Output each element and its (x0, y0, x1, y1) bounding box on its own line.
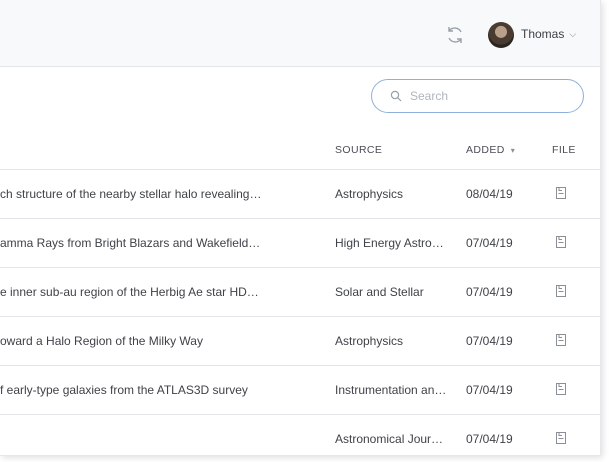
row-source: Solar and Stellar (335, 285, 424, 299)
row-source: Instrumentation an… (335, 383, 447, 397)
table-row[interactable]: oward a Halo Region of the Milky Way Ast… (0, 317, 600, 366)
row-source: High Energy Astro… (335, 236, 444, 250)
file-icon[interactable] (555, 431, 567, 445)
row-title: ch structure of the nearby stellar halo … (0, 187, 262, 201)
row-source: Astrophysics (335, 334, 404, 348)
row-source: Astrophysics (335, 187, 404, 201)
search-icon (390, 90, 402, 102)
top-bar: Thomas ⌵ (0, 0, 600, 67)
search-box[interactable] (371, 79, 584, 113)
row-added: 07/04/19 (466, 432, 513, 446)
row-added: 07/04/19 (466, 383, 513, 397)
table-row[interactable]: Astronomical Jour… 07/04/19 (0, 415, 600, 455)
table-row[interactable]: ch structure of the nearby stellar halo … (0, 170, 600, 219)
user-menu[interactable]: Thomas ⌵ (521, 27, 576, 41)
column-header-added[interactable]: ADDED ▾ (466, 144, 515, 156)
file-icon[interactable] (555, 186, 567, 200)
file-icon[interactable] (555, 382, 567, 396)
file-icon[interactable] (555, 284, 567, 298)
file-icon[interactable] (555, 235, 567, 249)
row-added: 07/04/19 (466, 236, 513, 250)
row-added: 07/04/19 (466, 334, 513, 348)
column-header-file: FILE (552, 144, 576, 156)
column-header-added-label: ADDED (466, 144, 505, 156)
refresh-icon[interactable] (444, 24, 466, 46)
row-source: Astronomical Jour… (335, 432, 444, 446)
avatar[interactable] (488, 22, 514, 48)
row-title: e inner sub-au region of the Herbig Ae s… (0, 285, 259, 299)
sort-indicator-icon: ▾ (510, 146, 516, 155)
table-row[interactable]: f early-type galaxies from the ATLAS3D s… (0, 366, 600, 415)
row-title: oward a Halo Region of the Milky Way (0, 334, 203, 348)
search-input[interactable] (410, 89, 560, 103)
file-icon[interactable] (555, 333, 567, 347)
row-title: amma Rays from Bright Blazars and Wakefi… (0, 236, 261, 250)
table-row[interactable]: amma Rays from Bright Blazars and Wakefi… (0, 219, 600, 268)
library-panel: Thomas ⌵ SOURCE ADDED ▾ FILE ch structure… (0, 0, 601, 456)
row-title: f early-type galaxies from the ATLAS3D s… (0, 383, 248, 397)
table-header: SOURCE ADDED ▾ FILE (0, 133, 600, 170)
chevron-down-icon: ⌵ (569, 28, 577, 39)
table-row[interactable]: e inner sub-au region of the Herbig Ae s… (0, 268, 600, 317)
row-added: 08/04/19 (466, 187, 513, 201)
user-name: Thomas (521, 27, 565, 41)
column-header-source[interactable]: SOURCE (335, 144, 382, 156)
row-added: 07/04/19 (466, 285, 513, 299)
